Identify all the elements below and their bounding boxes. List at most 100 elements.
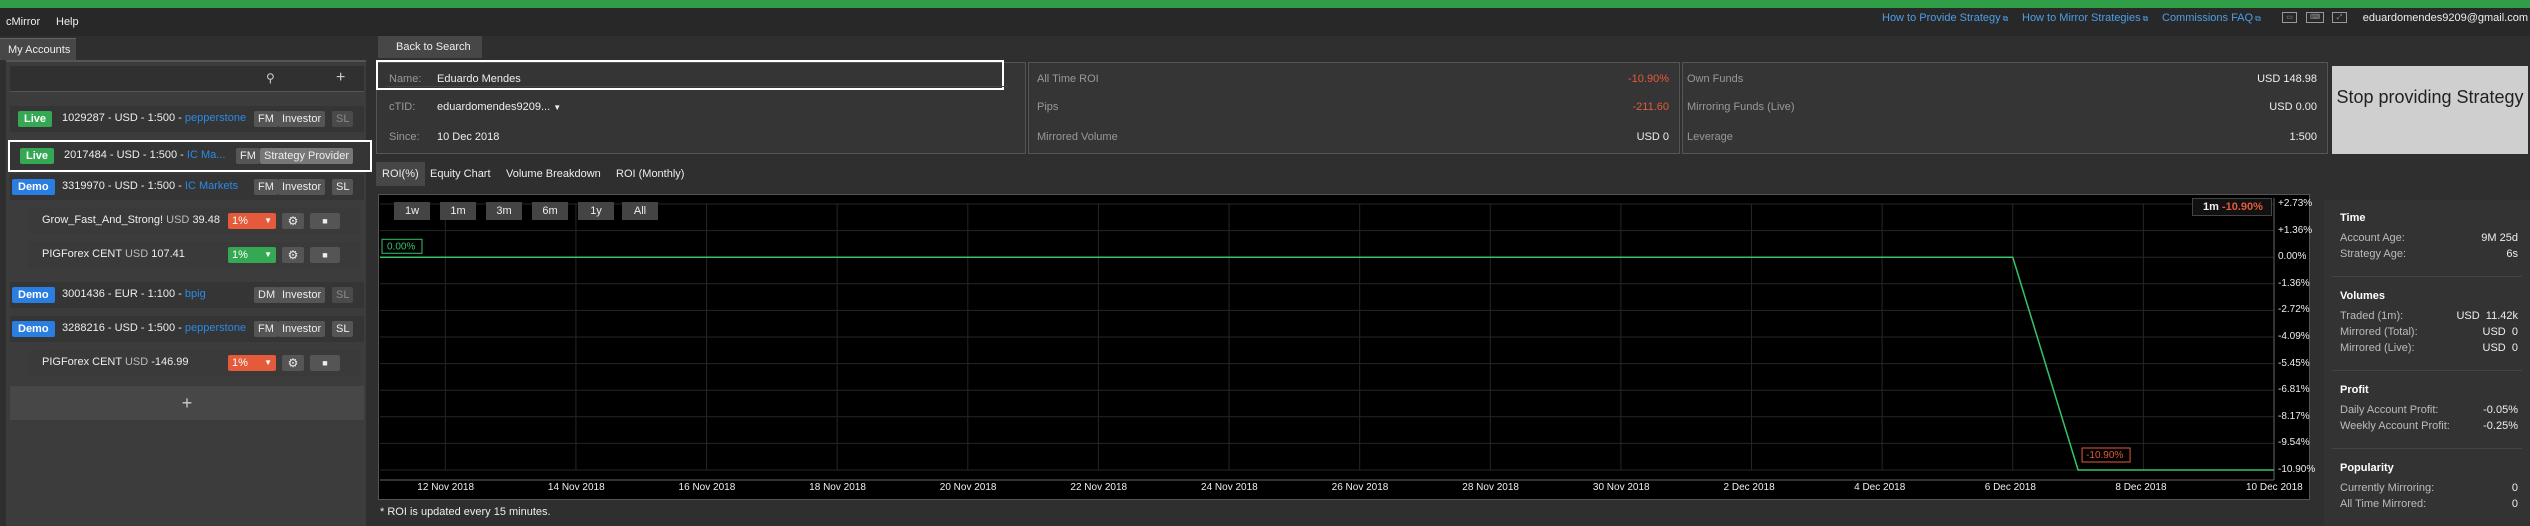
x-tick-label: 18 Nov 2018 <box>809 482 866 493</box>
roi-value: -10.90% <box>1628 73 1669 85</box>
mirrored-volume-value: USD 0 <box>1636 131 1669 143</box>
stop-icon[interactable]: ■ <box>310 247 340 263</box>
tab-my-accounts[interactable]: My Accounts <box>0 38 76 60</box>
since-label: Since: <box>389 131 420 143</box>
range-1y[interactable]: 1y <box>578 202 614 220</box>
tab-equity-chart[interactable]: Equity Chart <box>424 162 497 186</box>
x-tick-label: 28 Nov 2018 <box>1462 482 1519 493</box>
account-row-selected[interactable]: Live 2017484 - USD - 1:500 - IC Ma... FM… <box>8 140 372 172</box>
account-type-badge: Demo <box>12 179 55 195</box>
x-tick-label: 30 Nov 2018 <box>1592 482 1650 493</box>
period-roi-box: 1m -10.90% <box>2192 198 2272 216</box>
risk-percent-select[interactable]: 1% ▼ <box>228 213 276 229</box>
account-row[interactable]: Live 1029287 - USD - 1:500 - pepperstone… <box>10 106 364 132</box>
user-email[interactable]: eduardomendes9209@gmail.com <box>2363 12 2528 24</box>
range-1w[interactable]: 1w <box>394 202 430 220</box>
account-row[interactable]: Demo 3319970 - USD - 1:500 - IC Markets … <box>10 174 364 200</box>
ctid-label: cTID: <box>389 101 416 113</box>
x-tick-label: 10 Dec 2018 <box>2246 482 2303 493</box>
performance-info: All Time ROI -10.90% Pips -211.60 Mirror… <box>1028 62 1680 154</box>
stat-row: Strategy Age: 6s <box>2340 248 2518 260</box>
account-type-badge: Demo <box>12 287 55 303</box>
period-label: 1m <box>2203 201 2219 213</box>
start-value-label: 0.00% <box>387 241 415 252</box>
link-commissions-faq[interactable]: Commissions FAQ ⧉ <box>2162 12 2261 24</box>
tag-dm[interactable]: DM <box>254 287 280 303</box>
x-tick-label: 16 Nov 2018 <box>678 482 736 493</box>
risk-percent-select[interactable]: 1% ▼ <box>228 247 276 263</box>
stat-row: Weekly Account Profit: -0.25% <box>2340 420 2518 432</box>
window-icon[interactable]: ▭ <box>2282 12 2297 23</box>
tag-sl[interactable]: SL <box>332 287 354 303</box>
x-tick-label: 6 Dec 2018 <box>1984 482 2036 493</box>
stop-icon[interactable]: ■ <box>310 213 340 229</box>
range-1m[interactable]: 1m <box>440 202 476 220</box>
account-label: 1029287 - USD - 1:500 - pepperstone <box>62 112 247 124</box>
end-value-label: -10.90% <box>2086 450 2123 461</box>
strategy-subscription[interactable]: PIGForex CENT USD 107.41 1% ▼ ⚙ ■ <box>28 242 360 268</box>
divider <box>386 86 1008 87</box>
strategy-subscription[interactable]: Grow_Fast_And_Strong! USD 39.48 1% ▼ ⚙ ■ <box>28 208 360 234</box>
tag-fm[interactable]: FM <box>254 179 278 195</box>
stat-row: Traded (1m): USD 11.42k <box>2340 310 2518 322</box>
risk-percent-select[interactable]: 1% ▼ <box>228 355 276 371</box>
strategy-subscription[interactable]: PIGForex CENT USD -146.99 1% ▼ ⚙ ■ <box>28 350 360 376</box>
account-row[interactable]: Demo 3001436 - EUR - 1:100 - bpig DM Inv… <box>10 282 364 308</box>
keyboard-icon[interactable]: ⌨ <box>2306 12 2324 23</box>
tab-roi[interactable]: ROI(%) <box>376 162 425 186</box>
add-account-button[interactable]: + <box>336 69 345 87</box>
tag-investor[interactable]: Investor <box>278 111 326 127</box>
ctid-dropdown[interactable]: eduardomendes9209... ▼ <box>437 101 561 113</box>
account-label: 3319970 - USD - 1:500 - IC Markets <box>62 180 239 192</box>
gear-icon[interactable]: ⚙ <box>282 213 304 229</box>
range-all[interactable]: All <box>622 202 658 220</box>
account-type-badge: Demo <box>12 321 55 337</box>
link-how-to-mirror[interactable]: How to Mirror Strategies ⧉ <box>2022 12 2148 24</box>
tag-sl[interactable]: SL <box>332 111 354 127</box>
menu-cmirror[interactable]: cMirror <box>6 16 40 28</box>
back-to-search-button[interactable]: Back to Search <box>378 36 482 58</box>
tag-investor[interactable]: Investor <box>278 287 326 303</box>
stop-icon[interactable]: ■ <box>310 355 340 371</box>
account-search[interactable]: ⚲ + <box>10 66 364 92</box>
mirroring-funds-label: Mirroring Funds (Live) <box>1687 101 1795 113</box>
x-tick-label: 8 Dec 2018 <box>2115 482 2167 493</box>
tag-investor[interactable]: Investor <box>278 321 326 337</box>
range-6m[interactable]: 6m <box>532 202 568 220</box>
x-tick-label: 12 Nov 2018 <box>417 482 475 493</box>
tag-sl[interactable]: SL <box>332 179 354 195</box>
roi-update-note: * ROI is updated every 15 minutes. <box>380 506 551 518</box>
divider <box>2332 370 2522 371</box>
stop-providing-strategy-button[interactable]: Stop providing Strategy <box>2332 66 2528 154</box>
stat-row: Mirrored (Live): USD 0 <box>2340 342 2518 354</box>
menu-help[interactable]: Help <box>56 16 79 28</box>
search-icon[interactable]: ⚲ <box>266 71 275 85</box>
pips-value: -211.60 <box>1632 101 1670 113</box>
divider <box>2332 276 2522 277</box>
tag-strategy-provider[interactable]: Strategy Provider <box>260 148 353 164</box>
popularity-heading: Popularity <box>2340 462 2394 474</box>
link-how-to-provide[interactable]: How to Provide Strategy ⧉ <box>1882 12 2008 24</box>
tag-sl[interactable]: SL <box>332 321 354 337</box>
leverage-label: Leverage <box>1687 131 1733 143</box>
fullscreen-icon[interactable]: ⤢ <box>2332 12 2347 23</box>
range-3m[interactable]: 3m <box>486 202 522 220</box>
tag-fm[interactable]: FM <box>254 111 278 127</box>
stat-row: All Time Mirrored: 0 <box>2340 498 2518 510</box>
x-tick-label: 2 Dec 2018 <box>1723 482 1775 493</box>
tab-volume-breakdown[interactable]: Volume Breakdown <box>500 162 607 186</box>
stat-row: Currently Mirroring: 0 <box>2340 482 2518 494</box>
stat-row: Mirrored (Total): USD 0 <box>2340 326 2518 338</box>
tab-roi-monthly[interactable]: ROI (Monthly) <box>610 162 690 186</box>
gear-icon[interactable]: ⚙ <box>282 247 304 263</box>
account-row[interactable]: Demo 3288216 - USD - 1:500 - pepperstone… <box>10 316 364 342</box>
tag-investor[interactable]: Investor <box>278 179 326 195</box>
account-label: 3288216 - USD - 1:500 - pepperstone <box>62 322 247 334</box>
tag-fm[interactable]: FM <box>236 148 260 164</box>
tag-fm[interactable]: FM <box>254 321 278 337</box>
gear-icon[interactable]: ⚙ <box>282 355 304 371</box>
pips-label: Pips <box>1037 101 1059 113</box>
add-account-row[interactable]: + <box>10 386 364 420</box>
subscription-label: PIGForex CENT USD 107.41 <box>42 248 185 260</box>
period-value: -10.90% <box>2221 201 2263 213</box>
